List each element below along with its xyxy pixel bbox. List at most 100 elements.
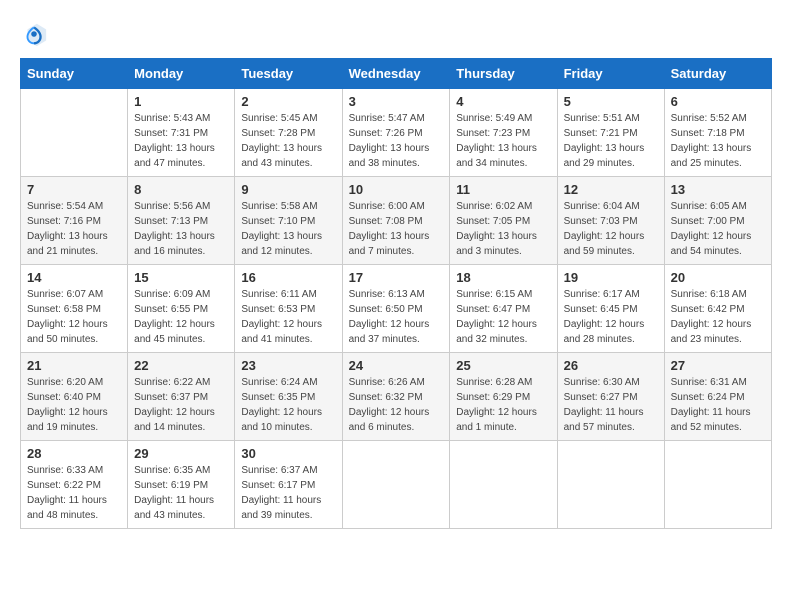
- day-info: Sunrise: 6:18 AMSunset: 6:42 PMDaylight:…: [671, 287, 765, 347]
- day-number: 25: [456, 358, 550, 373]
- calendar-cell: 18 Sunrise: 6:15 AMSunset: 6:47 PMDayligh…: [450, 265, 557, 353]
- day-number: 2: [241, 94, 335, 109]
- day-info: Sunrise: 6:22 AMSunset: 6:37 PMDaylight:…: [134, 375, 228, 435]
- day-info: Sunrise: 5:58 AMSunset: 7:10 PMDaylight:…: [241, 199, 335, 259]
- weekday-header: Saturday: [664, 59, 771, 89]
- calendar-cell: 9 Sunrise: 5:58 AMSunset: 7:10 PMDaylight…: [235, 177, 342, 265]
- day-info: Sunrise: 6:13 AMSunset: 6:50 PMDaylight:…: [349, 287, 444, 347]
- calendar-cell: 23 Sunrise: 6:24 AMSunset: 6:35 PMDayligh…: [235, 353, 342, 441]
- calendar-week-row: 28 Sunrise: 6:33 AMSunset: 6:22 PMDayligh…: [21, 441, 772, 529]
- calendar-cell: [557, 441, 664, 529]
- day-number: 1: [134, 94, 228, 109]
- calendar-cell: 7 Sunrise: 5:54 AMSunset: 7:16 PMDaylight…: [21, 177, 128, 265]
- calendar-cell: 8 Sunrise: 5:56 AMSunset: 7:13 PMDaylight…: [128, 177, 235, 265]
- day-number: 9: [241, 182, 335, 197]
- day-info: Sunrise: 5:56 AMSunset: 7:13 PMDaylight:…: [134, 199, 228, 259]
- day-number: 26: [564, 358, 658, 373]
- day-info: Sunrise: 6:07 AMSunset: 6:58 PMDaylight:…: [27, 287, 121, 347]
- calendar-cell: 22Sunrise: 6:22 AMSunset: 6:37 PMDayligh…: [128, 353, 235, 441]
- calendar-cell: 30Sunrise: 6:37 AMSunset: 6:17 PMDayligh…: [235, 441, 342, 529]
- calendar-cell: 13 Sunrise: 6:05 AMSunset: 7:00 PMDayligh…: [664, 177, 771, 265]
- day-info: Sunrise: 6:33 AMSunset: 6:22 PMDaylight:…: [27, 463, 121, 523]
- calendar-cell: [450, 441, 557, 529]
- calendar-cell: 4 Sunrise: 5:49 AMSunset: 7:23 PMDaylight…: [450, 89, 557, 177]
- day-info: Sunrise: 6:30 AMSunset: 6:27 PMDaylight:…: [564, 375, 658, 435]
- calendar-cell: 14 Sunrise: 6:07 AMSunset: 6:58 PMDayligh…: [21, 265, 128, 353]
- calendar-cell: [342, 441, 450, 529]
- day-number: 11: [456, 182, 550, 197]
- day-number: 4: [456, 94, 550, 109]
- day-number: 8: [134, 182, 228, 197]
- calendar-cell: 11 Sunrise: 6:02 AMSunset: 7:05 PMDayligh…: [450, 177, 557, 265]
- calendar-cell: [21, 89, 128, 177]
- calendar-table: SundayMondayTuesdayWednesdayThursdayFrid…: [20, 58, 772, 529]
- weekday-header: Wednesday: [342, 59, 450, 89]
- day-info: Sunrise: 6:17 AMSunset: 6:45 PMDaylight:…: [564, 287, 658, 347]
- day-number: 20: [671, 270, 765, 285]
- weekday-header: Thursday: [450, 59, 557, 89]
- day-number: 17: [349, 270, 444, 285]
- calendar-cell: 10 Sunrise: 6:00 AMSunset: 7:08 PMDayligh…: [342, 177, 450, 265]
- calendar-cell: 16 Sunrise: 6:11 AMSunset: 6:53 PMDayligh…: [235, 265, 342, 353]
- day-number: 10: [349, 182, 444, 197]
- calendar-cell: 3Sunrise: 5:47 AMSunset: 7:26 PMDaylight…: [342, 89, 450, 177]
- day-number: 27: [671, 358, 765, 373]
- calendar-cell: [664, 441, 771, 529]
- calendar-cell: 15 Sunrise: 6:09 AMSunset: 6:55 PMDayligh…: [128, 265, 235, 353]
- day-info: Sunrise: 6:11 AMSunset: 6:53 PMDaylight:…: [241, 287, 335, 347]
- day-number: 6: [671, 94, 765, 109]
- calendar-cell: 28 Sunrise: 6:33 AMSunset: 6:22 PMDayligh…: [21, 441, 128, 529]
- day-info: Sunrise: 6:05 AMSunset: 7:00 PMDaylight:…: [671, 199, 765, 259]
- day-number: 7: [27, 182, 121, 197]
- day-number: 19: [564, 270, 658, 285]
- day-info: Sunrise: 6:00 AMSunset: 7:08 PMDaylight:…: [349, 199, 444, 259]
- logo: [20, 20, 52, 48]
- day-number: 28: [27, 446, 121, 461]
- calendar-cell: 24 Sunrise: 6:26 AMSunset: 6:32 PMDayligh…: [342, 353, 450, 441]
- general-blue-icon: [20, 20, 48, 48]
- calendar-cell: 6 Sunrise: 5:52 AMSunset: 7:18 PMDaylight…: [664, 89, 771, 177]
- weekday-header: Monday: [128, 59, 235, 89]
- day-number: 15: [134, 270, 228, 285]
- day-number: 14: [27, 270, 121, 285]
- day-info: Sunrise: 6:31 AMSunset: 6:24 PMDaylight:…: [671, 375, 765, 435]
- calendar-week-row: 14 Sunrise: 6:07 AMSunset: 6:58 PMDayligh…: [21, 265, 772, 353]
- day-info: Sunrise: 5:45 AMSunset: 7:28 PMDaylight:…: [241, 111, 335, 171]
- day-info: Sunrise: 5:43 AMSunset: 7:31 PMDaylight:…: [134, 111, 228, 171]
- day-info: Sunrise: 6:24 AMSunset: 6:35 PMDaylight:…: [241, 375, 335, 435]
- day-number: 3: [349, 94, 444, 109]
- day-info: Sunrise: 6:09 AMSunset: 6:55 PMDaylight:…: [134, 287, 228, 347]
- day-info: Sunrise: 5:51 AMSunset: 7:21 PMDaylight:…: [564, 111, 658, 171]
- day-info: Sunrise: 5:52 AMSunset: 7:18 PMDaylight:…: [671, 111, 765, 171]
- calendar-week-row: 7 Sunrise: 5:54 AMSunset: 7:16 PMDaylight…: [21, 177, 772, 265]
- calendar-week-row: 21 Sunrise: 6:20 AMSunset: 6:40 PMDayligh…: [21, 353, 772, 441]
- day-number: 24: [349, 358, 444, 373]
- calendar-cell: 17 Sunrise: 6:13 AMSunset: 6:50 PMDayligh…: [342, 265, 450, 353]
- day-info: Sunrise: 5:54 AMSunset: 7:16 PMDaylight:…: [27, 199, 121, 259]
- calendar-cell: 2 Sunrise: 5:45 AMSunset: 7:28 PMDaylight…: [235, 89, 342, 177]
- day-number: 29: [134, 446, 228, 461]
- calendar-cell: 26 Sunrise: 6:30 AMSunset: 6:27 PMDayligh…: [557, 353, 664, 441]
- day-number: 30: [241, 446, 335, 461]
- calendar-header-row: SundayMondayTuesdayWednesdayThursdayFrid…: [21, 59, 772, 89]
- day-number: 23: [241, 358, 335, 373]
- calendar-cell: 1 Sunrise: 5:43 AMSunset: 7:31 PMDaylight…: [128, 89, 235, 177]
- day-info: Sunrise: 6:20 AMSunset: 6:40 PMDaylight:…: [27, 375, 121, 435]
- weekday-header: Sunday: [21, 59, 128, 89]
- day-number: 21: [27, 358, 121, 373]
- day-info: Sunrise: 6:26 AMSunset: 6:32 PMDaylight:…: [349, 375, 444, 435]
- calendar-cell: 21 Sunrise: 6:20 AMSunset: 6:40 PMDayligh…: [21, 353, 128, 441]
- day-number: 18: [456, 270, 550, 285]
- day-info: Sunrise: 6:02 AMSunset: 7:05 PMDaylight:…: [456, 199, 550, 259]
- calendar-cell: 19 Sunrise: 6:17 AMSunset: 6:45 PMDayligh…: [557, 265, 664, 353]
- day-info: Sunrise: 5:49 AMSunset: 7:23 PMDaylight:…: [456, 111, 550, 171]
- day-number: 13: [671, 182, 765, 197]
- calendar-cell: 29 Sunrise: 6:35 AMSunset: 6:19 PMDayligh…: [128, 441, 235, 529]
- weekday-header: Tuesday: [235, 59, 342, 89]
- calendar-cell: 27 Sunrise: 6:31 AMSunset: 6:24 PMDayligh…: [664, 353, 771, 441]
- calendar-cell: 20 Sunrise: 6:18 AMSunset: 6:42 PMDayligh…: [664, 265, 771, 353]
- page-header: [20, 20, 772, 48]
- day-info: Sunrise: 6:35 AMSunset: 6:19 PMDaylight:…: [134, 463, 228, 523]
- day-number: 16: [241, 270, 335, 285]
- day-info: Sunrise: 6:15 AMSunset: 6:47 PMDaylight:…: [456, 287, 550, 347]
